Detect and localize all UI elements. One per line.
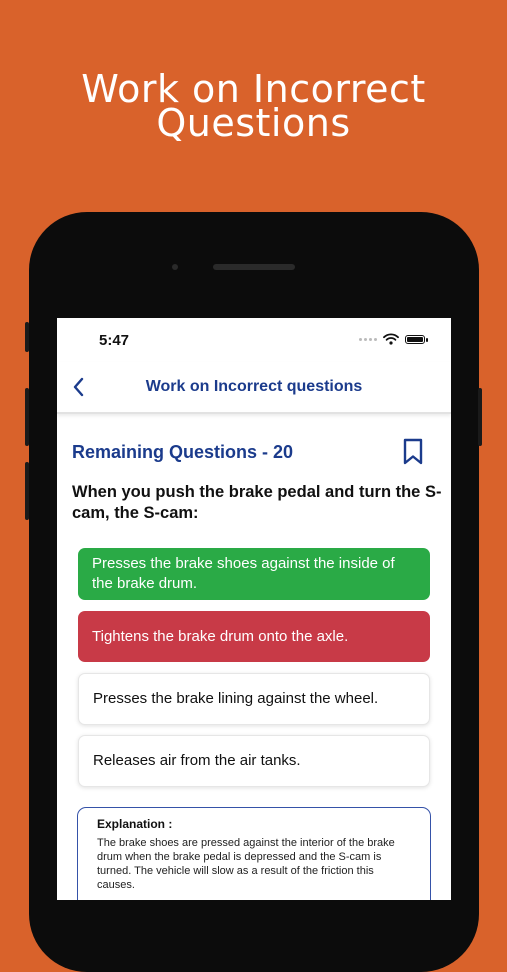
promo-title-line2: Questions <box>156 101 351 145</box>
bookmark-icon[interactable] <box>401 438 425 466</box>
battery-icon <box>405 334 428 344</box>
volume-up-button <box>25 322 29 352</box>
app-screen: 5:47 Work on Incorrect questions Remaini… <box>57 318 451 900</box>
question-line1: When you push the brake pedal and turn t… <box>72 483 442 501</box>
signal-dots-icon <box>359 337 377 341</box>
wifi-icon <box>383 333 399 345</box>
answer-option-label: Presses the brake shoes against the insi… <box>92 555 395 592</box>
earpiece-speaker <box>213 264 295 270</box>
answer-option-label: Presses the brake lining against the whe… <box>93 690 379 707</box>
status-icons <box>359 333 428 345</box>
answer-option-incorrect[interactable]: Tightens the brake drum onto the axle. <box>78 611 430 662</box>
answer-option[interactable]: Releases air from the air tanks. <box>78 735 430 787</box>
front-camera <box>172 264 178 270</box>
power-button <box>478 388 482 446</box>
remaining-questions: Remaining Questions - 20 <box>72 442 294 462</box>
nav-title: Work on Incorrect questions <box>145 378 363 395</box>
question-text: When you push the brake pedal and turn t… <box>72 482 442 524</box>
answer-option[interactable]: Presses the brake lining against the whe… <box>78 673 430 725</box>
status-time: 5:47 <box>99 332 130 349</box>
volume-down-button <box>25 388 29 446</box>
answer-option-correct[interactable]: Presses the brake shoes against the insi… <box>78 548 430 600</box>
nav-bar: Work on Incorrect questions <box>57 362 451 414</box>
answer-option-label: Releases air from the air tanks. <box>93 752 301 769</box>
status-bar: 5:47 <box>57 318 451 362</box>
answer-option-label: Tightens the brake drum onto the axle. <box>92 627 349 645</box>
mute-switch <box>25 462 29 520</box>
promo-title: Work on Incorrect Questions <box>0 70 507 145</box>
explanation-body: The brake shoes are pressed against the … <box>97 837 395 891</box>
question-line2: cam, the S-cam: <box>72 504 199 522</box>
explanation-box: Explanation : The brake shoes are presse… <box>77 807 431 900</box>
explanation-title: Explanation : <box>97 817 173 831</box>
